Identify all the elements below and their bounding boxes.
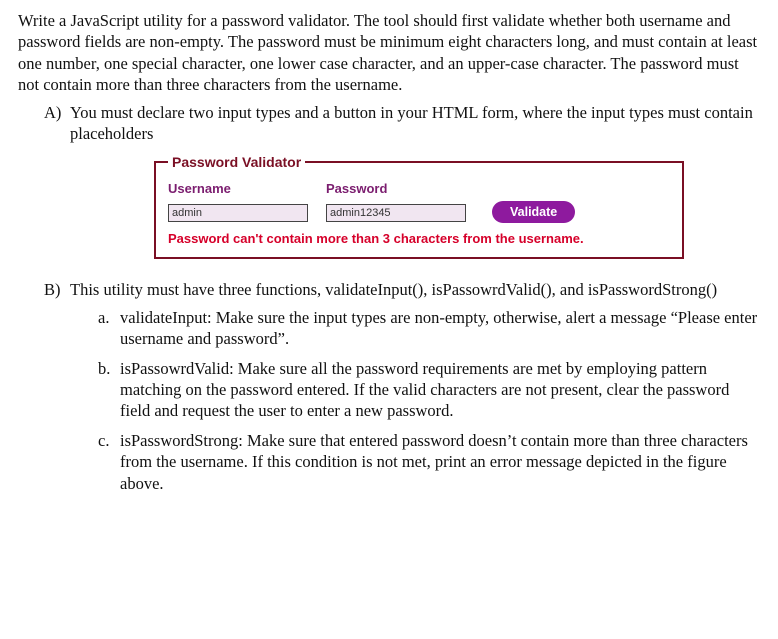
intro-paragraph: Write a JavaScript utility for a passwor… (18, 10, 760, 96)
question-a: A) You must declare two input types and … (70, 102, 760, 145)
error-message: Password can't contain more than 3 chara… (168, 230, 670, 248)
question-list: A) You must declare two input types and … (18, 102, 760, 494)
form-row: Username Password Validate (168, 181, 670, 222)
page: Write a JavaScript utility for a passwor… (0, 0, 778, 639)
question-a-text: You must declare two input types and a b… (70, 102, 760, 145)
question-a-label: A) (44, 102, 61, 123)
sub-c: c. isPasswordStrong: Make sure that ente… (120, 430, 760, 494)
question-b: B) This utility must have three function… (70, 279, 760, 494)
sub-b-label: b. (98, 358, 110, 379)
sub-a-label: a. (98, 307, 109, 328)
sub-b-text: isPassowrdValid: Make sure all the passw… (120, 359, 729, 421)
sub-b: b. isPassowrdValid: Make sure all the pa… (120, 358, 760, 422)
question-b-text: This utility must have three functions, … (70, 279, 760, 300)
password-label: Password (326, 181, 466, 198)
username-input[interactable] (168, 204, 308, 222)
validate-button[interactable]: Validate (492, 201, 575, 223)
password-input[interactable] (326, 204, 466, 222)
sub-a: a. validateInput: Make sure the input ty… (120, 307, 760, 350)
sub-list: a. validateInput: Make sure the input ty… (70, 307, 760, 495)
question-b-label: B) (44, 279, 61, 300)
password-validator-fieldset: Password Validator Username Password Val… (154, 153, 684, 260)
sub-c-text: isPasswordStrong: Make sure that entered… (120, 431, 748, 493)
username-label: Username (168, 181, 308, 198)
username-column: Username (168, 181, 308, 222)
figure-wrapper: Password Validator Username Password Val… (154, 153, 684, 260)
fieldset-legend: Password Validator (168, 153, 305, 171)
sub-c-label: c. (98, 430, 109, 451)
password-column: Password (326, 181, 466, 222)
sub-a-text: validateInput: Make sure the input types… (120, 308, 757, 348)
